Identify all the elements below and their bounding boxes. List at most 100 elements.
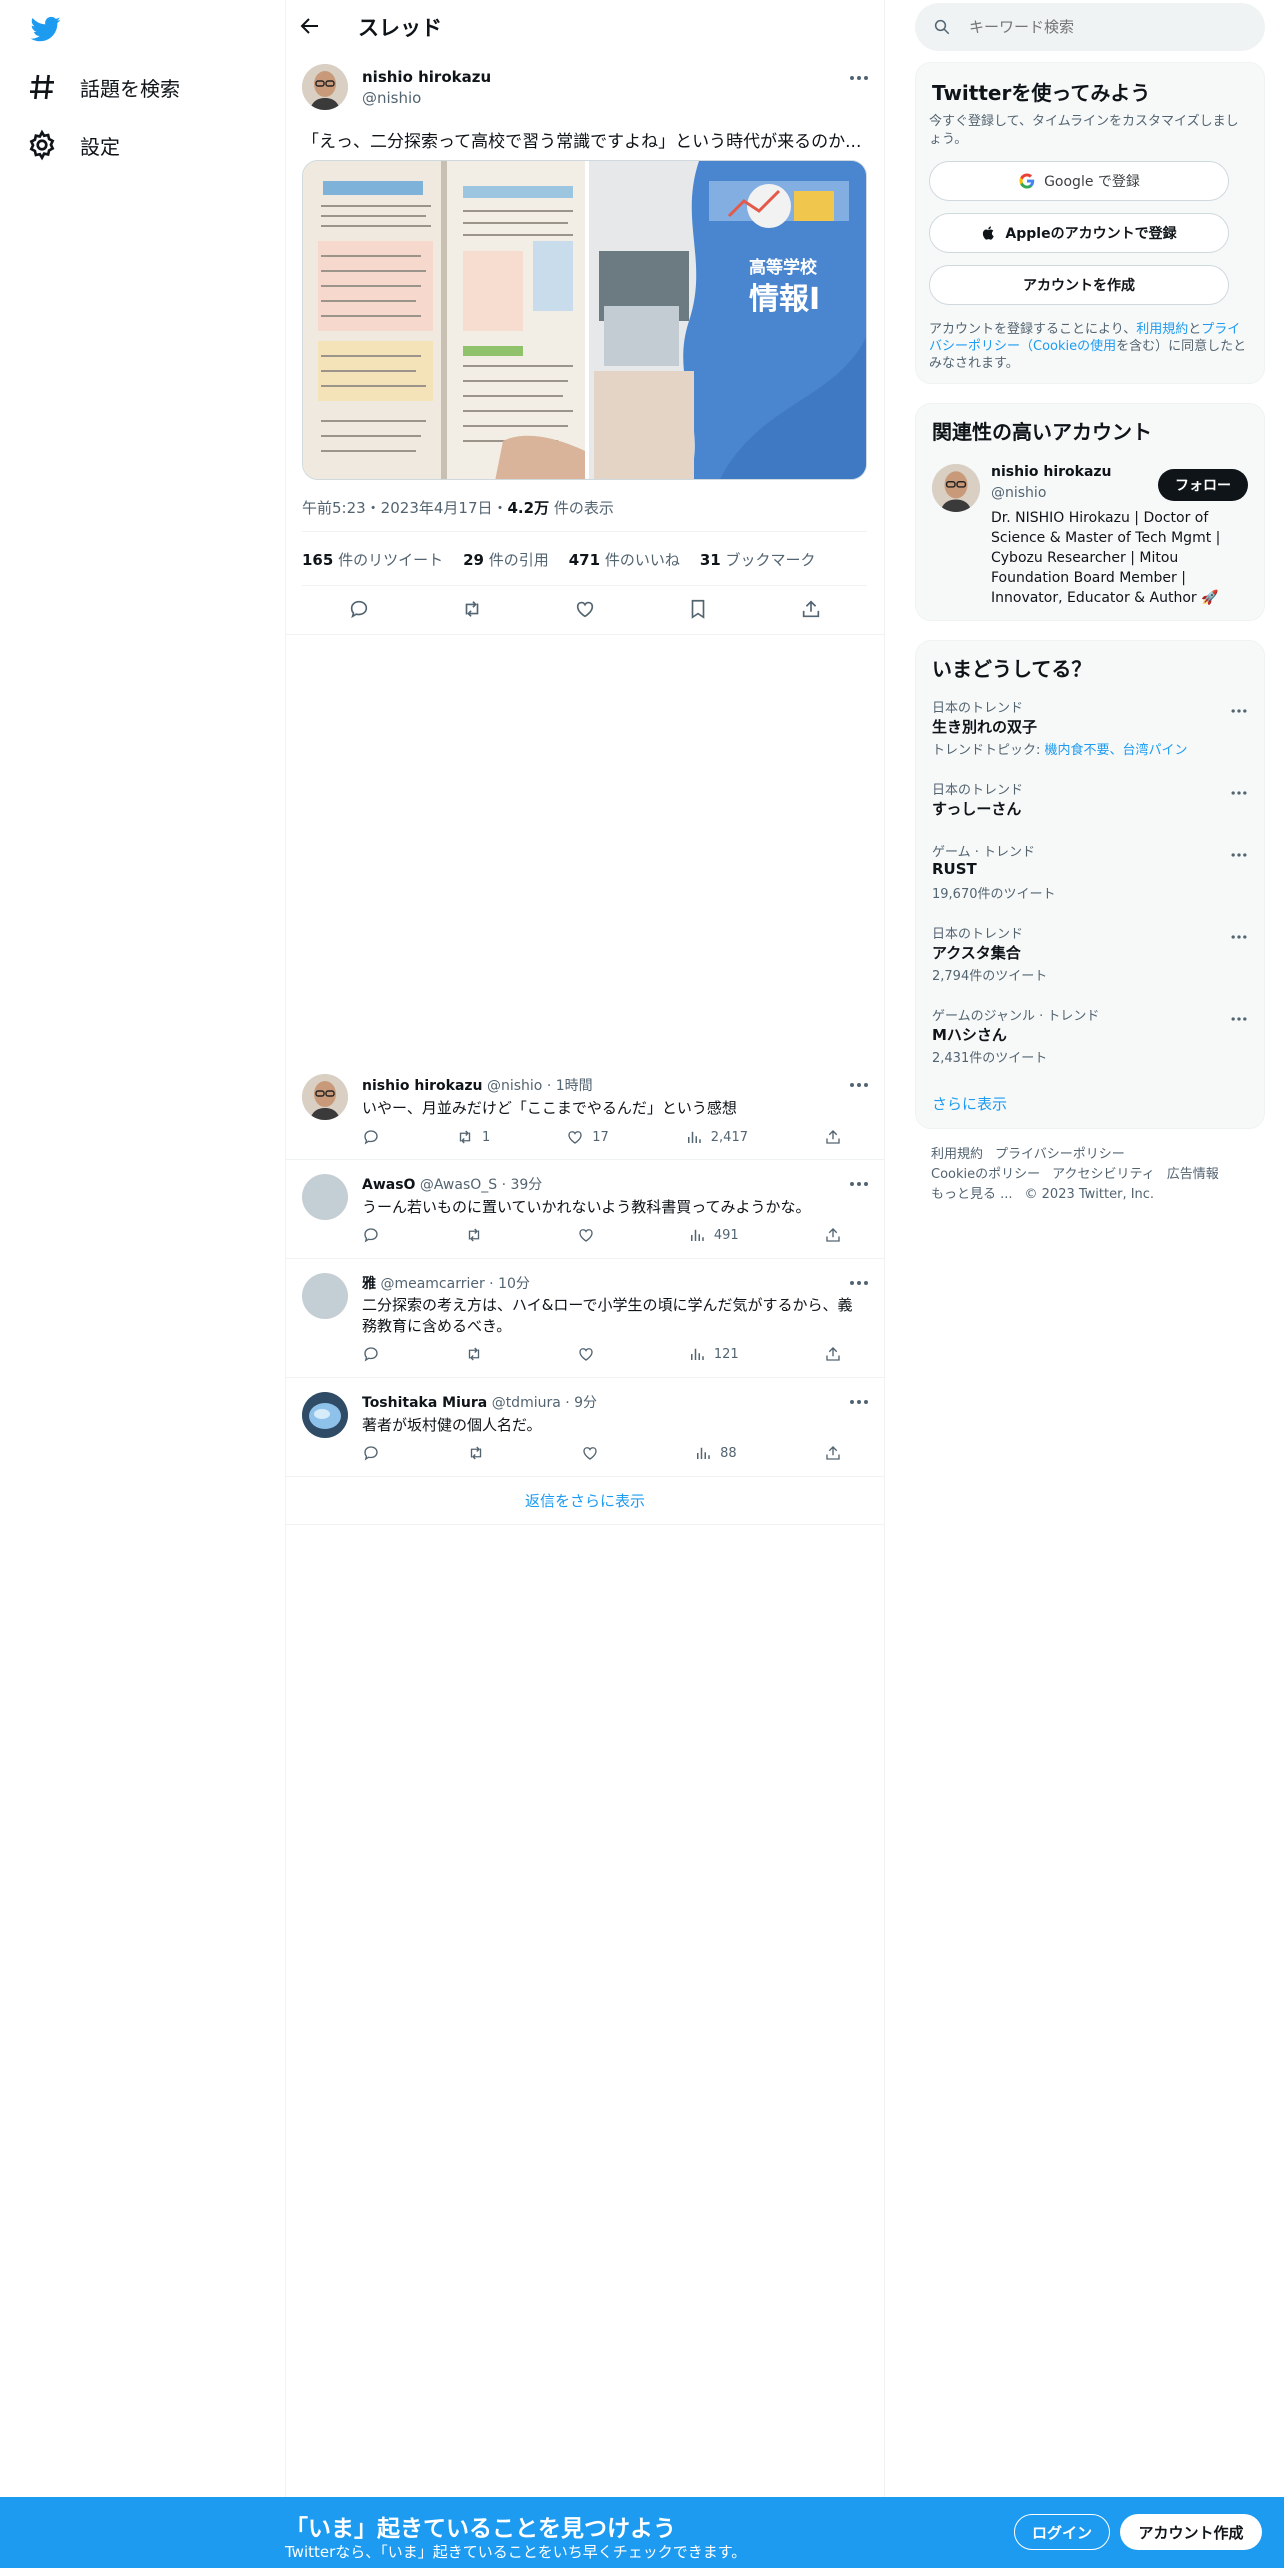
trends-show-more-link[interactable]: さらに表示 (932, 1093, 1007, 1114)
more-icon[interactable] (847, 1172, 871, 1196)
views-button[interactable]: 88 (694, 1444, 737, 1462)
more-icon[interactable] (1229, 783, 1249, 803)
more-icon[interactable] (847, 66, 871, 90)
tweet-stats: 165 件のリツイート 29 件の引用 471 件のいいね 31 ブックマーク (302, 549, 816, 570)
reply-meta[interactable]: @AwasO_S · 39分 (420, 1177, 542, 1193)
footer-terms-link[interactable]: 利用規約 (931, 1145, 983, 1165)
avatar[interactable] (932, 464, 980, 512)
avatar[interactable] (302, 1392, 348, 1438)
views-count: 2,417 (710, 1129, 748, 1145)
more-icon[interactable] (1229, 1009, 1249, 1029)
signup-button[interactable]: アカウント作成 (1120, 2514, 1262, 2550)
reply-author-name[interactable]: Toshitaka Miura (362, 1395, 487, 1411)
more-icon[interactable] (847, 1271, 871, 1295)
reply-author-name[interactable]: nishio hirokazu (362, 1078, 483, 1094)
signup-card: Twitterを使ってみよう 今すぐ登録して、タイムラインをカスタマイズしましょ… (915, 62, 1265, 384)
back-arrow-icon[interactable] (298, 14, 328, 42)
share-icon[interactable] (824, 1128, 842, 1146)
sidebar-item-label: 設定 (80, 134, 120, 159)
show-more-replies-link[interactable]: 返信をさらに表示 (285, 1477, 885, 1525)
trend-item[interactable]: ゲーム · トレンド RUST 19,670件のツイート (916, 839, 1264, 921)
sidebar-item-explore[interactable]: 話題を検索 (26, 67, 180, 107)
google-signup-button[interactable]: Google で登録 (929, 161, 1229, 201)
views-label: 件の表示 (549, 499, 614, 517)
retweet-button[interactable] (467, 1444, 493, 1462)
bookmark-icon[interactable] (687, 598, 709, 620)
more-icon[interactable] (1229, 701, 1249, 721)
more-icon[interactable] (847, 1390, 871, 1414)
reply-author-name[interactable]: 雅 (362, 1276, 376, 1292)
reply-icon[interactable] (362, 1128, 380, 1146)
avatar[interactable] (302, 1074, 348, 1120)
retweet-icon[interactable] (461, 598, 483, 620)
more-icon[interactable] (1229, 927, 1249, 947)
list-item[interactable]: Toshitaka Miura @tdmiura · 9分 著者が坂村健の個人名… (285, 1378, 885, 1477)
textbook-cover-image[interactable]: 高等学校 情報Ⅰ (589, 161, 866, 479)
share-icon[interactable] (824, 1444, 842, 1462)
views-button[interactable]: 491 (688, 1226, 739, 1244)
terms-link[interactable]: 利用規約 (1136, 322, 1188, 337)
list-item[interactable]: 雅 @meamcarrier · 10分 二分探索の考え方は、ハイ&ローで小学生… (285, 1259, 885, 1378)
share-icon[interactable] (824, 1345, 842, 1363)
like-button[interactable] (577, 1226, 603, 1244)
quotes-count: 29 (463, 551, 484, 569)
trend-topics-links[interactable]: 機内食不要、台湾パイン (1045, 743, 1188, 758)
reply-icon[interactable] (362, 1444, 380, 1462)
views-count: 4.2万 (507, 499, 550, 517)
avatar[interactable] (302, 64, 348, 110)
trend-item[interactable]: ゲームのジャンル · トレンド Mハシさん 2,431件のツイート (916, 1003, 1264, 1085)
like-button[interactable]: 17 (566, 1128, 609, 1146)
footer-ads-link[interactable]: 広告情報 (1167, 1165, 1219, 1185)
reply-meta[interactable]: @nishio · 1時間 (487, 1078, 593, 1094)
search-input[interactable] (969, 18, 1229, 36)
list-item[interactable]: nishio hirokazu @nishio · 1時間 いやー、月並みだけど… (285, 1060, 885, 1160)
list-item[interactable]: AwasO @AwasO_S · 39分 うーん若いものに置いていかれないよう教… (285, 1160, 885, 1259)
textbook-pages-image[interactable] (303, 161, 585, 479)
trend-item[interactable]: 日本のトレンド アクスタ集合 2,794件のツイート (916, 921, 1264, 1003)
footer-accessibility-link[interactable]: アクセシビリティ (1052, 1165, 1155, 1185)
quotes-stat[interactable]: 29 件の引用 (463, 549, 549, 570)
views-button[interactable]: 121 (688, 1345, 739, 1363)
trend-item[interactable]: 日本のトレンド すっしーさん (916, 777, 1264, 839)
tweet-timestamp[interactable]: 午前5:23・2023年4月17日・4.2万 件の表示 (302, 497, 614, 518)
reply-author-name[interactable]: AwasO (362, 1177, 415, 1193)
author-handle[interactable]: @nishio (362, 89, 421, 107)
retweet-button[interactable] (465, 1345, 491, 1363)
create-account-button[interactable]: アカウントを作成 (929, 265, 1229, 305)
more-icon[interactable] (847, 1073, 871, 1097)
views-button[interactable]: 2,417 (685, 1128, 748, 1146)
like-button[interactable] (577, 1345, 603, 1363)
footer-cookie-link[interactable]: Cookieのポリシー (931, 1165, 1040, 1185)
footer-more-link[interactable]: もっと見る ... (931, 1185, 1013, 1205)
retweet-button[interactable] (465, 1226, 491, 1244)
login-button[interactable]: ログイン (1014, 2514, 1110, 2550)
follow-button[interactable]: フォロー (1158, 469, 1248, 501)
likes-stat[interactable]: 471 件のいいね (569, 549, 680, 570)
apple-signup-button[interactable]: Appleのアカウントで登録 (929, 213, 1229, 253)
share-icon[interactable] (800, 598, 822, 620)
reply-icon[interactable] (348, 598, 370, 620)
avatar[interactable] (302, 1174, 348, 1220)
search-box[interactable] (915, 3, 1265, 51)
retweets-stat[interactable]: 165 件のリツイート (302, 549, 443, 570)
footer-privacy-link[interactable]: プライバシーポリシー (995, 1145, 1125, 1165)
related-account-handle[interactable]: @nishio (991, 485, 1046, 501)
retweet-button[interactable]: 1 (456, 1128, 490, 1146)
trend-item[interactable]: 日本のトレンド 生き別れの双子 トレンドトピック: 機内食不要、台湾パイン (916, 695, 1264, 777)
like-icon (578, 1229, 593, 1242)
related-account-name[interactable]: nishio hirokazu (991, 464, 1112, 480)
avatar[interactable] (302, 1273, 348, 1319)
like-button[interactable] (581, 1444, 607, 1462)
like-icon[interactable] (574, 598, 596, 620)
sidebar-item-settings[interactable]: 設定 (26, 125, 120, 165)
twitter-logo-icon[interactable] (28, 14, 64, 44)
author-name[interactable]: nishio hirokazu (362, 68, 491, 86)
reply-icon[interactable] (362, 1226, 380, 1244)
more-icon[interactable] (1229, 845, 1249, 865)
reply-meta[interactable]: @meamcarrier · 10分 (380, 1276, 529, 1292)
bookmarks-stat[interactable]: 31 ブックマーク (700, 549, 816, 570)
tweet-media[interactable]: 高等学校 情報Ⅰ (302, 160, 867, 480)
reply-icon[interactable] (362, 1345, 380, 1363)
reply-meta[interactable]: @tdmiura · 9分 (492, 1395, 597, 1411)
share-icon[interactable] (824, 1226, 842, 1244)
